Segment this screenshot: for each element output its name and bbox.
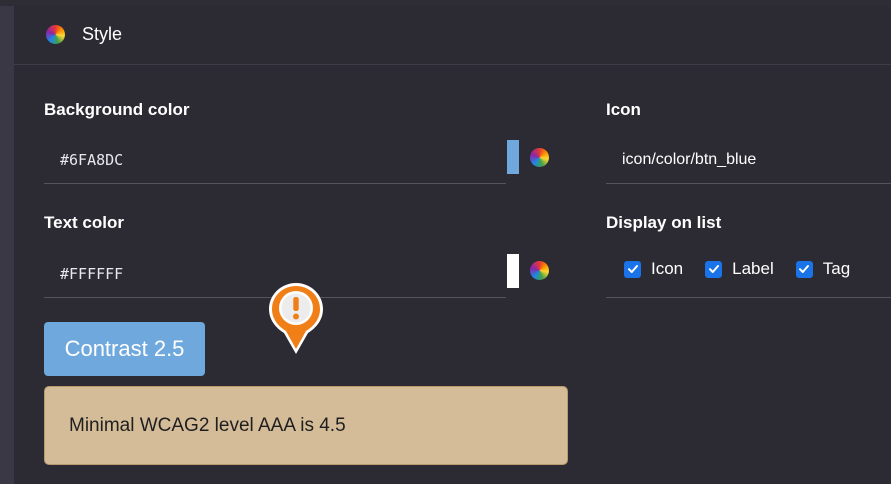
icon-input[interactable]: icon/color/btn_blue	[606, 137, 891, 184]
background-color-value: #6FA8DC	[60, 151, 124, 169]
contrast-preview-button: Contrast 2.5	[44, 322, 205, 376]
checkbox-tag-option[interactable]: Tag	[795, 259, 851, 279]
background-color-input[interactable]: #6FA8DC	[44, 137, 506, 184]
text-color-picker-icon[interactable]	[530, 261, 549, 280]
text-color-label: Text color	[44, 213, 124, 232]
checkbox-checked-icon	[795, 260, 813, 278]
background-color-label: Background color	[44, 100, 190, 119]
wcag-warning-message: Minimal WCAG2 level AAA is 4.5	[44, 386, 568, 465]
checkbox-icon-option[interactable]: Icon	[624, 259, 683, 279]
panel-header: Style	[14, 6, 891, 65]
color-wheel-icon	[46, 25, 65, 44]
checkbox-label: Label	[732, 259, 774, 278]
style-panel: Style Background color #6FA8DC Text colo…	[14, 6, 891, 484]
exclamation-icon	[269, 283, 323, 354]
icon-label: Icon	[606, 100, 641, 119]
display-on-list-label: Display on list	[606, 213, 722, 232]
checkbox-label-option[interactable]: Label	[705, 259, 774, 279]
background-color-picker-icon[interactable]	[530, 148, 549, 167]
display-on-list-options: Icon Label Tag	[624, 259, 872, 279]
text-color-value: #FFFFFF	[60, 265, 124, 283]
warning-text: Minimal WCAG2 level AAA is 4.5	[69, 414, 346, 436]
icon-value: icon/color/btn_blue	[622, 151, 757, 168]
panel-title: Style	[82, 24, 123, 44]
background-color-swatch	[507, 140, 519, 174]
checkbox-checked-icon	[705, 260, 723, 278]
text-color-swatch	[507, 254, 519, 288]
checkbox-label: Tag	[822, 259, 851, 278]
checkbox-label: Icon	[651, 259, 684, 278]
checkbox-checked-icon	[624, 260, 641, 278]
